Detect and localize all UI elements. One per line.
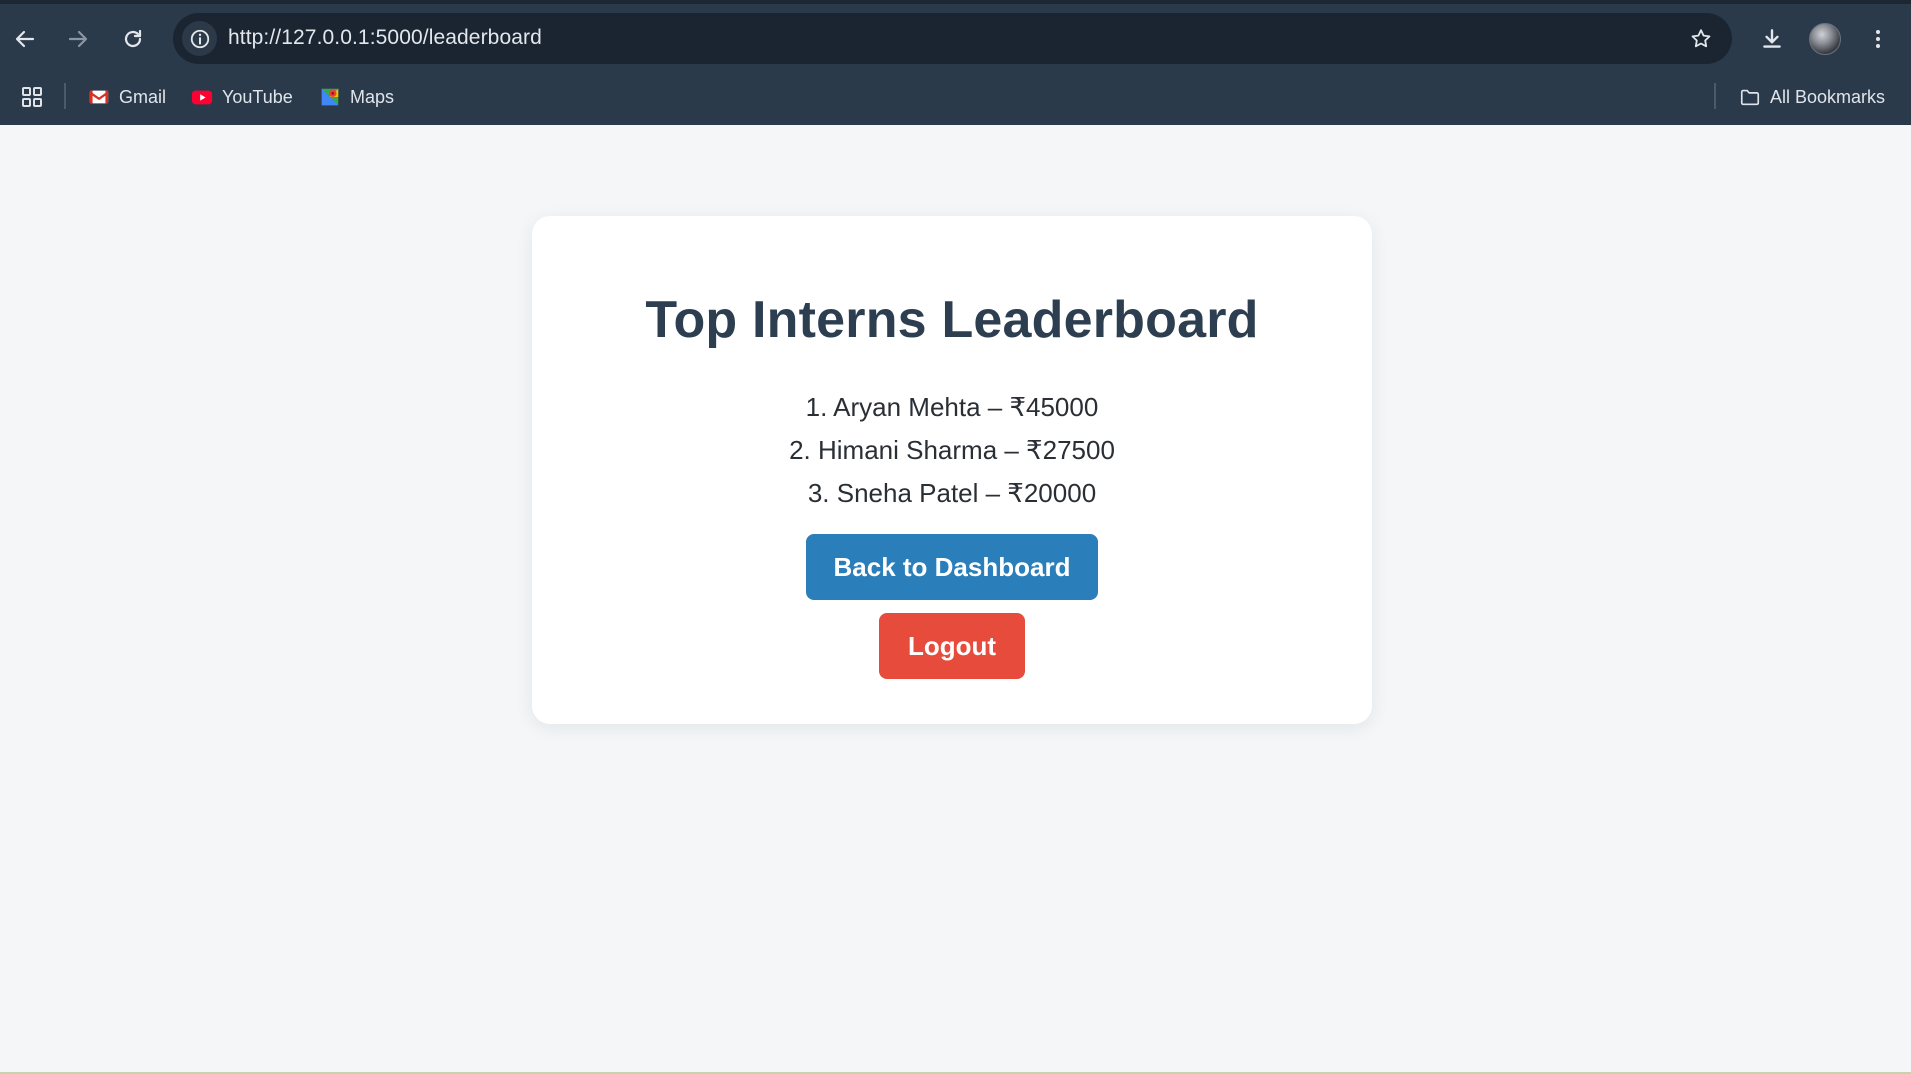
page-content: Top Interns Leaderboard 1. Aryan Mehta –…	[0, 125, 1911, 1074]
leaderboard-entry: 3. Sneha Patel – ₹20000	[807, 478, 1097, 508]
leaderboard-list: 1. Aryan Mehta – ₹45000 2. Himani Sharma…	[532, 386, 1372, 515]
leaderboard-card: Top Interns Leaderboard 1. Aryan Mehta –…	[532, 216, 1372, 724]
reload-button[interactable]	[114, 20, 152, 58]
url-text[interactable]: http://127.0.0.1:5000/leaderboard	[228, 26, 542, 50]
downloads-button[interactable]	[1753, 20, 1791, 58]
bookmarks-divider	[1714, 83, 1716, 109]
bookmark-gmail[interactable]: Gmail	[88, 82, 166, 112]
browser-chrome: http://127.0.0.1:5000/leaderboard Gmail …	[0, 0, 1911, 125]
info-icon	[190, 29, 209, 48]
bookmark-label: Gmail	[119, 86, 167, 107]
star-icon	[1691, 29, 1711, 48]
leaderboard-entry: 1. Aryan Mehta – ₹45000	[805, 392, 1099, 422]
bookmark-star-button[interactable]	[1684, 22, 1718, 56]
leaderboard-entry: 2. Himani Sharma – ₹27500	[789, 435, 1115, 465]
back-to-dashboard-button[interactable]: Back to Dashboard	[806, 534, 1098, 600]
bookmarks-divider	[64, 83, 66, 109]
arrow-left-icon	[15, 30, 35, 48]
site-info-button[interactable]	[182, 21, 217, 56]
gmail-icon	[88, 86, 110, 108]
apps-button[interactable]	[18, 83, 46, 111]
kebab-menu-icon	[1876, 30, 1880, 48]
back-button[interactable]	[6, 20, 44, 58]
page-title: Top Interns Leaderboard	[645, 291, 1259, 349]
forward-button[interactable]	[59, 20, 97, 58]
download-icon	[1763, 29, 1781, 48]
bookmarks-bar: Gmail YouTube Maps All Bookmarks	[0, 77, 1911, 125]
all-bookmarks-label: All Bookmarks	[1770, 86, 1886, 107]
profile-button[interactable]	[1806, 20, 1844, 58]
browser-menu-button[interactable]	[1859, 20, 1897, 58]
arrow-right-icon	[68, 30, 88, 48]
all-bookmarks-button[interactable]: All Bookmarks	[1739, 82, 1885, 112]
bookmark-label: Maps	[350, 86, 395, 107]
apps-grid-icon	[22, 87, 42, 107]
youtube-icon	[191, 86, 213, 108]
bookmark-maps[interactable]: Maps	[319, 82, 394, 112]
maps-icon	[319, 86, 341, 108]
logout-button[interactable]: Logout	[879, 613, 1025, 679]
folder-icon	[1739, 86, 1761, 108]
bookmark-youtube[interactable]: YouTube	[191, 82, 293, 112]
bookmark-label: YouTube	[222, 86, 293, 107]
browser-toolbar: http://127.0.0.1:5000/leaderboard	[0, 0, 1911, 77]
reload-icon	[124, 29, 142, 48]
avatar	[1809, 23, 1841, 55]
address-bar[interactable]: http://127.0.0.1:5000/leaderboard	[173, 13, 1732, 64]
